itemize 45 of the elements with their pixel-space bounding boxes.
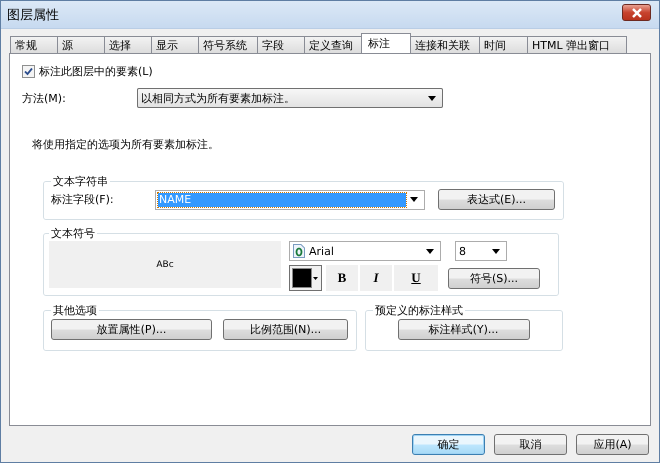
size-dropdown[interactable]: 8 [455,241,507,261]
caret-icon [492,248,500,254]
caret-icon [426,248,434,254]
font-dropdown[interactable]: Arial [289,241,441,261]
field-label: 标注字段(F): [51,192,115,207]
tab[interactable]: HTML 弹出窗口 [527,36,627,53]
dialog-button[interactable]: 应用(A) [576,434,649,455]
color-picker-button[interactable] [289,265,322,291]
method-label: 方法(M): [22,90,67,106]
expression-button[interactable]: 表达式(E)... [438,189,555,210]
close-icon [630,8,642,18]
tab[interactable]: 定义查询 [304,36,362,53]
option-button[interactable]: 放置属性(P)... [51,319,212,340]
caret-icon [410,197,418,202]
dialog-button[interactable]: 确定 [412,434,485,455]
tab[interactable]: 常规 [10,36,58,53]
font-icon [293,244,305,258]
option-button[interactable]: 比例范围(N)... [223,319,348,340]
close-button[interactable] [622,4,651,21]
description-text: 将使用指定的选项为所有要素加标注。 [32,137,220,152]
window-title: 图层属性 [7,6,59,24]
symbol-button[interactable]: 符号(S)... [448,268,540,288]
tab[interactable]: 显示 [151,36,199,53]
method-dropdown[interactable]: 以相同方式为所有要素加标注。 [137,88,443,108]
checkbox[interactable] [22,64,35,78]
caret-icon [428,96,436,100]
tab[interactable]: 标注 [361,33,411,53]
bold-button[interactable]: B [326,265,358,291]
tab[interactable]: 字段 [257,36,305,53]
underline-button[interactable]: U [394,265,438,291]
checkbox-label: 标注此图层中的要素(L) [39,64,153,78]
group-title: 其他选项 [52,303,98,318]
tab[interactable]: 源 [57,36,105,53]
tab[interactable]: 连接和关联 [410,36,480,53]
group-title: 预定义的标注样式 [374,303,464,318]
tab[interactable]: 符号系统 [198,36,258,53]
tab[interactable]: 时间 [479,36,528,53]
label-styles-button[interactable]: 标注样式(Y)... [398,319,530,340]
dialog-button[interactable]: 取消 [494,434,567,455]
preview-text: ABc [156,260,174,270]
caret-icon [313,276,318,280]
group-title: 文本字符串 [52,174,109,189]
group-title: 文本符号 [50,226,96,241]
italic-button[interactable]: I [360,265,392,291]
tab[interactable]: 选择 [104,36,152,53]
